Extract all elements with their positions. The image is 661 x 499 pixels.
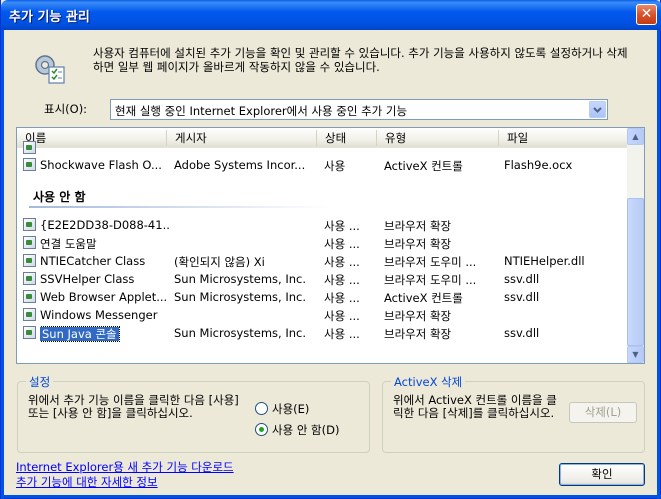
- table-row[interactable]: Shockwave Flash O... Adobe Systems Incor…: [21, 156, 627, 174]
- group-divider: [29, 206, 329, 208]
- table-row-selected[interactable]: Sun Java 콘솔 Sun Microsystems, Inc. 사용 ..…: [21, 324, 627, 342]
- cell-type: 브라우저 확장: [384, 219, 452, 233]
- table-row[interactable]: NTIECatcher Class (확인되지 않음) Xi 사용 ... 브라…: [21, 252, 627, 270]
- group-title-disabled: 사용 안 함: [33, 190, 86, 204]
- cell-name: 연결 도움말: [40, 237, 97, 251]
- cell-name: Windows Messenger: [40, 308, 158, 322]
- settings-group: 설정 위에서 추가 기능 이름을 클릭한 다음 [사용] 또는 [사용 안 함]…: [17, 374, 370, 453]
- download-addons-link[interactable]: Internet Explorer용 새 추가 기능 다운로드: [16, 459, 234, 475]
- cell-file: ssv.dll: [504, 272, 540, 286]
- table-row-partial[interactable]: [21, 139, 627, 157]
- cell-publisher: Sun Microsystems, Inc.: [174, 290, 307, 304]
- cell-status: 사용: [324, 159, 346, 173]
- addon-icon: [23, 254, 36, 267]
- settings-instructions: 위에서 추가 기능 이름을 클릭한 다음 [사용] 또는 [사용 안 함]을 클…: [28, 393, 239, 420]
- cell-file: ssv.dll: [504, 326, 540, 340]
- table-row[interactable]: Windows Messenger 사용 ... 브라우저 확장: [21, 306, 627, 324]
- show-label: 표시(O):: [44, 102, 88, 116]
- window-frame-bottom: [1, 495, 661, 498]
- close-button[interactable]: ✕: [636, 4, 657, 25]
- cell-type: ActiveX 컨트롤: [384, 291, 463, 305]
- description-text: 사용자 컴퓨터에 설치된 추가 기능을 확인 및 관리할 수 있습니다. 추가 …: [93, 46, 628, 74]
- window-title: 추가 기능 관리: [9, 10, 90, 25]
- disable-radio-label: 사용 안 함(D): [272, 423, 340, 437]
- addon-icon: [23, 236, 36, 249]
- table-row[interactable]: SSVHelper Class Sun Microsystems, Inc. 사…: [21, 270, 627, 288]
- ok-button[interactable]: 확인: [559, 463, 645, 486]
- cell-file: Flash9e.ocx: [504, 158, 573, 172]
- cell-name: {E2E2DD38-D088-41...: [40, 218, 170, 232]
- cell-name: Shockwave Flash O...: [40, 158, 162, 172]
- cell-name: NTIECatcher Class: [40, 254, 146, 268]
- selected-name-text: Sun Java 콘솔: [40, 326, 120, 342]
- cell-name: SSVHelper Class: [40, 272, 135, 286]
- cell-status: 사용 ...: [324, 255, 360, 269]
- addon-icon: [23, 326, 36, 339]
- cell-type: 브라우저 도우미 ...: [384, 273, 477, 287]
- addon-icon: [23, 272, 36, 285]
- cell-type: ActiveX 컨트롤: [384, 159, 463, 173]
- window-frame-left: [1, 30, 4, 499]
- cell-type: 브라우저 도우미 ...: [384, 255, 477, 269]
- cell-name: Sun Java 콘솔: [40, 326, 170, 342]
- cell-publisher: Adobe Systems Incor...: [174, 158, 306, 172]
- scroll-down-button[interactable]: ▼: [627, 346, 644, 363]
- enable-radio[interactable]: 사용(E): [255, 401, 309, 417]
- enable-radio-label: 사용(E): [272, 402, 310, 416]
- scroll-up-button[interactable]: ▲: [627, 128, 644, 145]
- title-bar[interactable]: 추가 기능 관리 ✕: [1, 0, 661, 30]
- cell-publisher: (확인되지 않음) Xi: [174, 255, 265, 269]
- scroll-thumb[interactable]: [627, 198, 644, 346]
- settings-legend: 설정: [26, 374, 54, 390]
- addon-icon: [23, 158, 36, 171]
- cell-status: 사용 ...: [324, 237, 360, 251]
- addon-icon: [23, 218, 36, 231]
- cell-status: 사용 ...: [324, 219, 360, 233]
- addon-icon: [23, 308, 36, 321]
- radio-unchecked-icon: [255, 402, 268, 415]
- show-filter-value: 현재 실행 중인 Internet Explorer에서 사용 중인 추가 기능: [115, 104, 408, 118]
- table-row[interactable]: Web Browser Applet... Sun Microsystems, …: [21, 288, 627, 306]
- show-filter-dropdown[interactable]: 현재 실행 중인 Internet Explorer에서 사용 중인 추가 기능: [110, 99, 608, 120]
- addon-list[interactable]: 이름 게시자 상태 유형 파일 Shockwave Flash O... Ado…: [16, 127, 645, 364]
- window-frame-right: [657, 30, 660, 499]
- table-row[interactable]: 연결 도움말 사용 ... 브라우저 확장: [21, 234, 627, 252]
- cell-type: 브라우저 확장: [384, 237, 452, 251]
- addon-icon: [23, 141, 36, 154]
- addon-info-link[interactable]: 추가 기능에 대한 자세한 정보: [16, 474, 158, 490]
- addon-settings-icon: [35, 55, 65, 84]
- vertical-scrollbar[interactable]: ▲ ▼: [627, 128, 644, 363]
- chevron-down-icon: [593, 107, 602, 113]
- cell-status: 사용 ...: [324, 291, 360, 305]
- cell-status: 사용 ...: [324, 327, 360, 341]
- addon-manager-window: 추가 기능 관리 ✕ 사용자 컴퓨터에 설치된 추가 기능을 확인 및 관리할 …: [0, 0, 661, 499]
- disable-radio[interactable]: 사용 안 함(D): [255, 422, 339, 438]
- addon-icon: [23, 290, 36, 303]
- activex-legend: ActiveX 삭제: [391, 374, 466, 390]
- radio-checked-icon: [255, 423, 268, 436]
- cell-type: 브라우저 확장: [384, 327, 452, 341]
- table-row[interactable]: {E2E2DD38-D088-41... 사용 ... 브라우저 확장: [21, 216, 627, 234]
- cell-publisher: Sun Microsystems, Inc.: [174, 326, 307, 340]
- dropdown-arrow-button[interactable]: [589, 101, 606, 118]
- cell-status: 사용 ...: [324, 273, 360, 287]
- cell-publisher: Sun Microsystems, Inc.: [174, 272, 307, 286]
- delete-button[interactable]: 삭제(L): [569, 402, 637, 423]
- cell-status: 사용 ...: [324, 309, 360, 323]
- cell-file: NTIEHelper.dll: [504, 254, 585, 268]
- activex-instructions: 위에서 ActiveX 컨트롤 이름을 클릭한 다음 [삭제]를 클릭하십시오.: [393, 393, 557, 420]
- cell-name: Web Browser Applet...: [40, 290, 168, 304]
- cell-file: ssv.dll: [504, 290, 540, 304]
- cell-type: 브라우저 확장: [384, 309, 452, 323]
- activex-delete-group: ActiveX 삭제 위에서 ActiveX 컨트롤 이름을 클릭한 다음 [삭…: [382, 374, 645, 453]
